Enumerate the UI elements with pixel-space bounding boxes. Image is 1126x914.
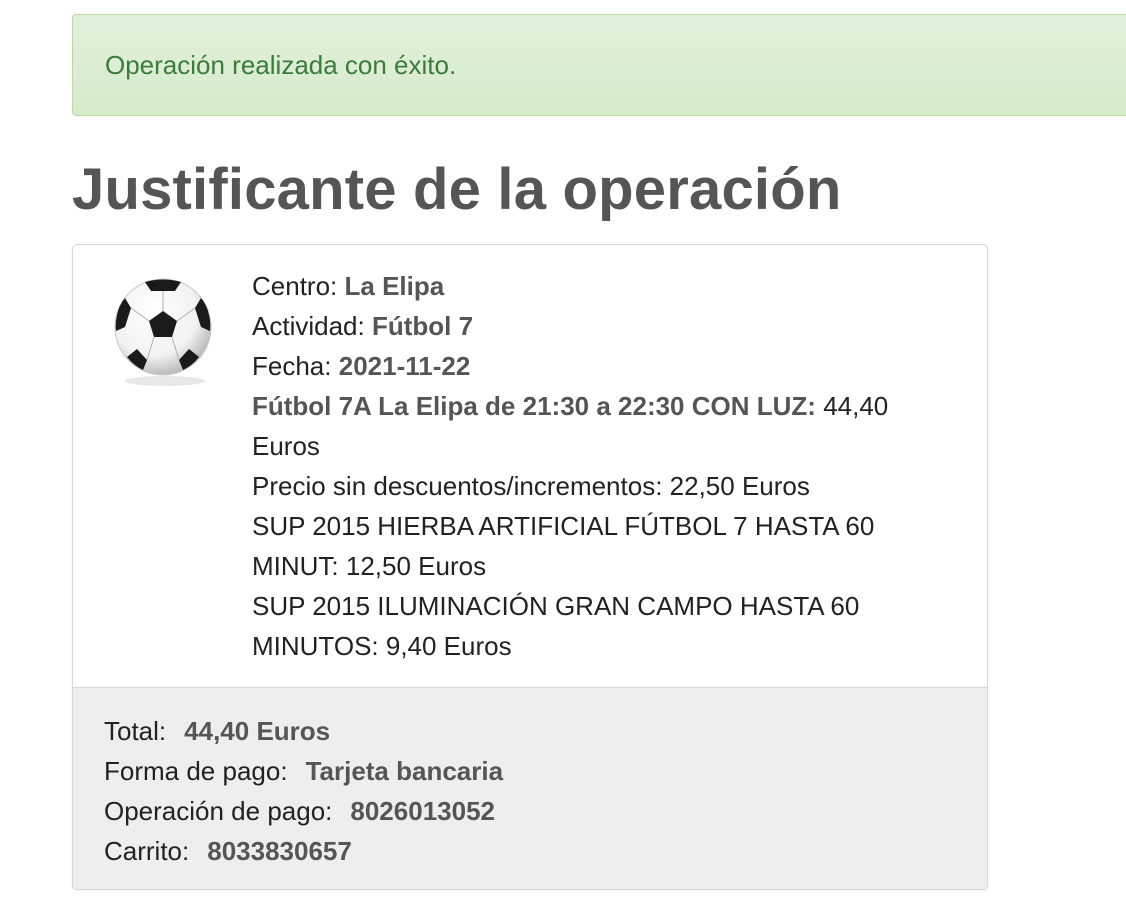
fecha-row: Fecha: 2021-11-22 bbox=[252, 346, 952, 386]
payment-operation-value: 8026013052 bbox=[350, 796, 495, 826]
centro-row: Centro: La Elipa bbox=[252, 266, 952, 306]
payment-operation-row: Operación de pago: 8026013052 bbox=[104, 791, 503, 831]
slot-row: Fútbol 7A La Elipa de 21:30 a 22:30 CON … bbox=[252, 386, 952, 466]
fecha-value: 2021-11-22 bbox=[338, 351, 471, 381]
supplement-row-lighting: SUP 2015 ILUMINACIÓN GRAN CAMPO HASTA 60… bbox=[252, 591, 860, 661]
cart-value: 8033830657 bbox=[207, 836, 352, 866]
payment-method-row: Forma de pago: Tarjeta bancaria bbox=[104, 751, 503, 791]
centro-value: La Elipa bbox=[344, 271, 445, 301]
payment-method-value: Tarjeta bancaria bbox=[305, 756, 504, 786]
success-alert: Operación realizada con éxito. bbox=[72, 14, 1126, 116]
total-value: 44,40 Euros bbox=[184, 716, 331, 746]
receipt-panel: Centro: La Elipa Actividad: Fútbol 7 Fec… bbox=[72, 244, 988, 890]
slot-label: Fútbol 7A La Elipa de 21:30 a 22:30 CON … bbox=[252, 391, 816, 421]
total-label: Total: bbox=[104, 716, 167, 746]
receipt-details: Centro: La Elipa Actividad: Fútbol 7 Fec… bbox=[252, 266, 952, 666]
actividad-row: Actividad: Fútbol 7 bbox=[252, 306, 952, 346]
actividad-label: Actividad: bbox=[252, 311, 365, 341]
precio-row: Precio sin descuentos/incrementos: 22,50… bbox=[252, 471, 810, 501]
centro-label: Centro: bbox=[252, 271, 338, 301]
payment-operation-label: Operación de pago: bbox=[104, 796, 333, 826]
alert-message: Operación realizada con éxito. bbox=[105, 49, 457, 80]
soccer-ball-icon bbox=[114, 278, 212, 386]
supplement-row-grass: SUP 2015 HIERBA ARTIFICIAL FÚTBOL 7 HAST… bbox=[252, 511, 875, 581]
payment-summary: Total: 44,40 Euros Forma de pago: Tarjeta … bbox=[73, 688, 987, 889]
cart-label: Carrito: bbox=[104, 836, 190, 866]
actividad-value: Fútbol 7 bbox=[371, 311, 474, 341]
fecha-label: Fecha: bbox=[252, 351, 332, 381]
receipt-details-section: Centro: La Elipa Actividad: Fútbol 7 Fec… bbox=[73, 245, 987, 688]
cart-row: Carrito: 8033830657 bbox=[104, 831, 503, 871]
page-title: Justificante de la operación bbox=[72, 157, 842, 222]
total-row: Total: 44,40 Euros bbox=[104, 711, 503, 751]
payment-method-label: Forma de pago: bbox=[104, 756, 288, 786]
